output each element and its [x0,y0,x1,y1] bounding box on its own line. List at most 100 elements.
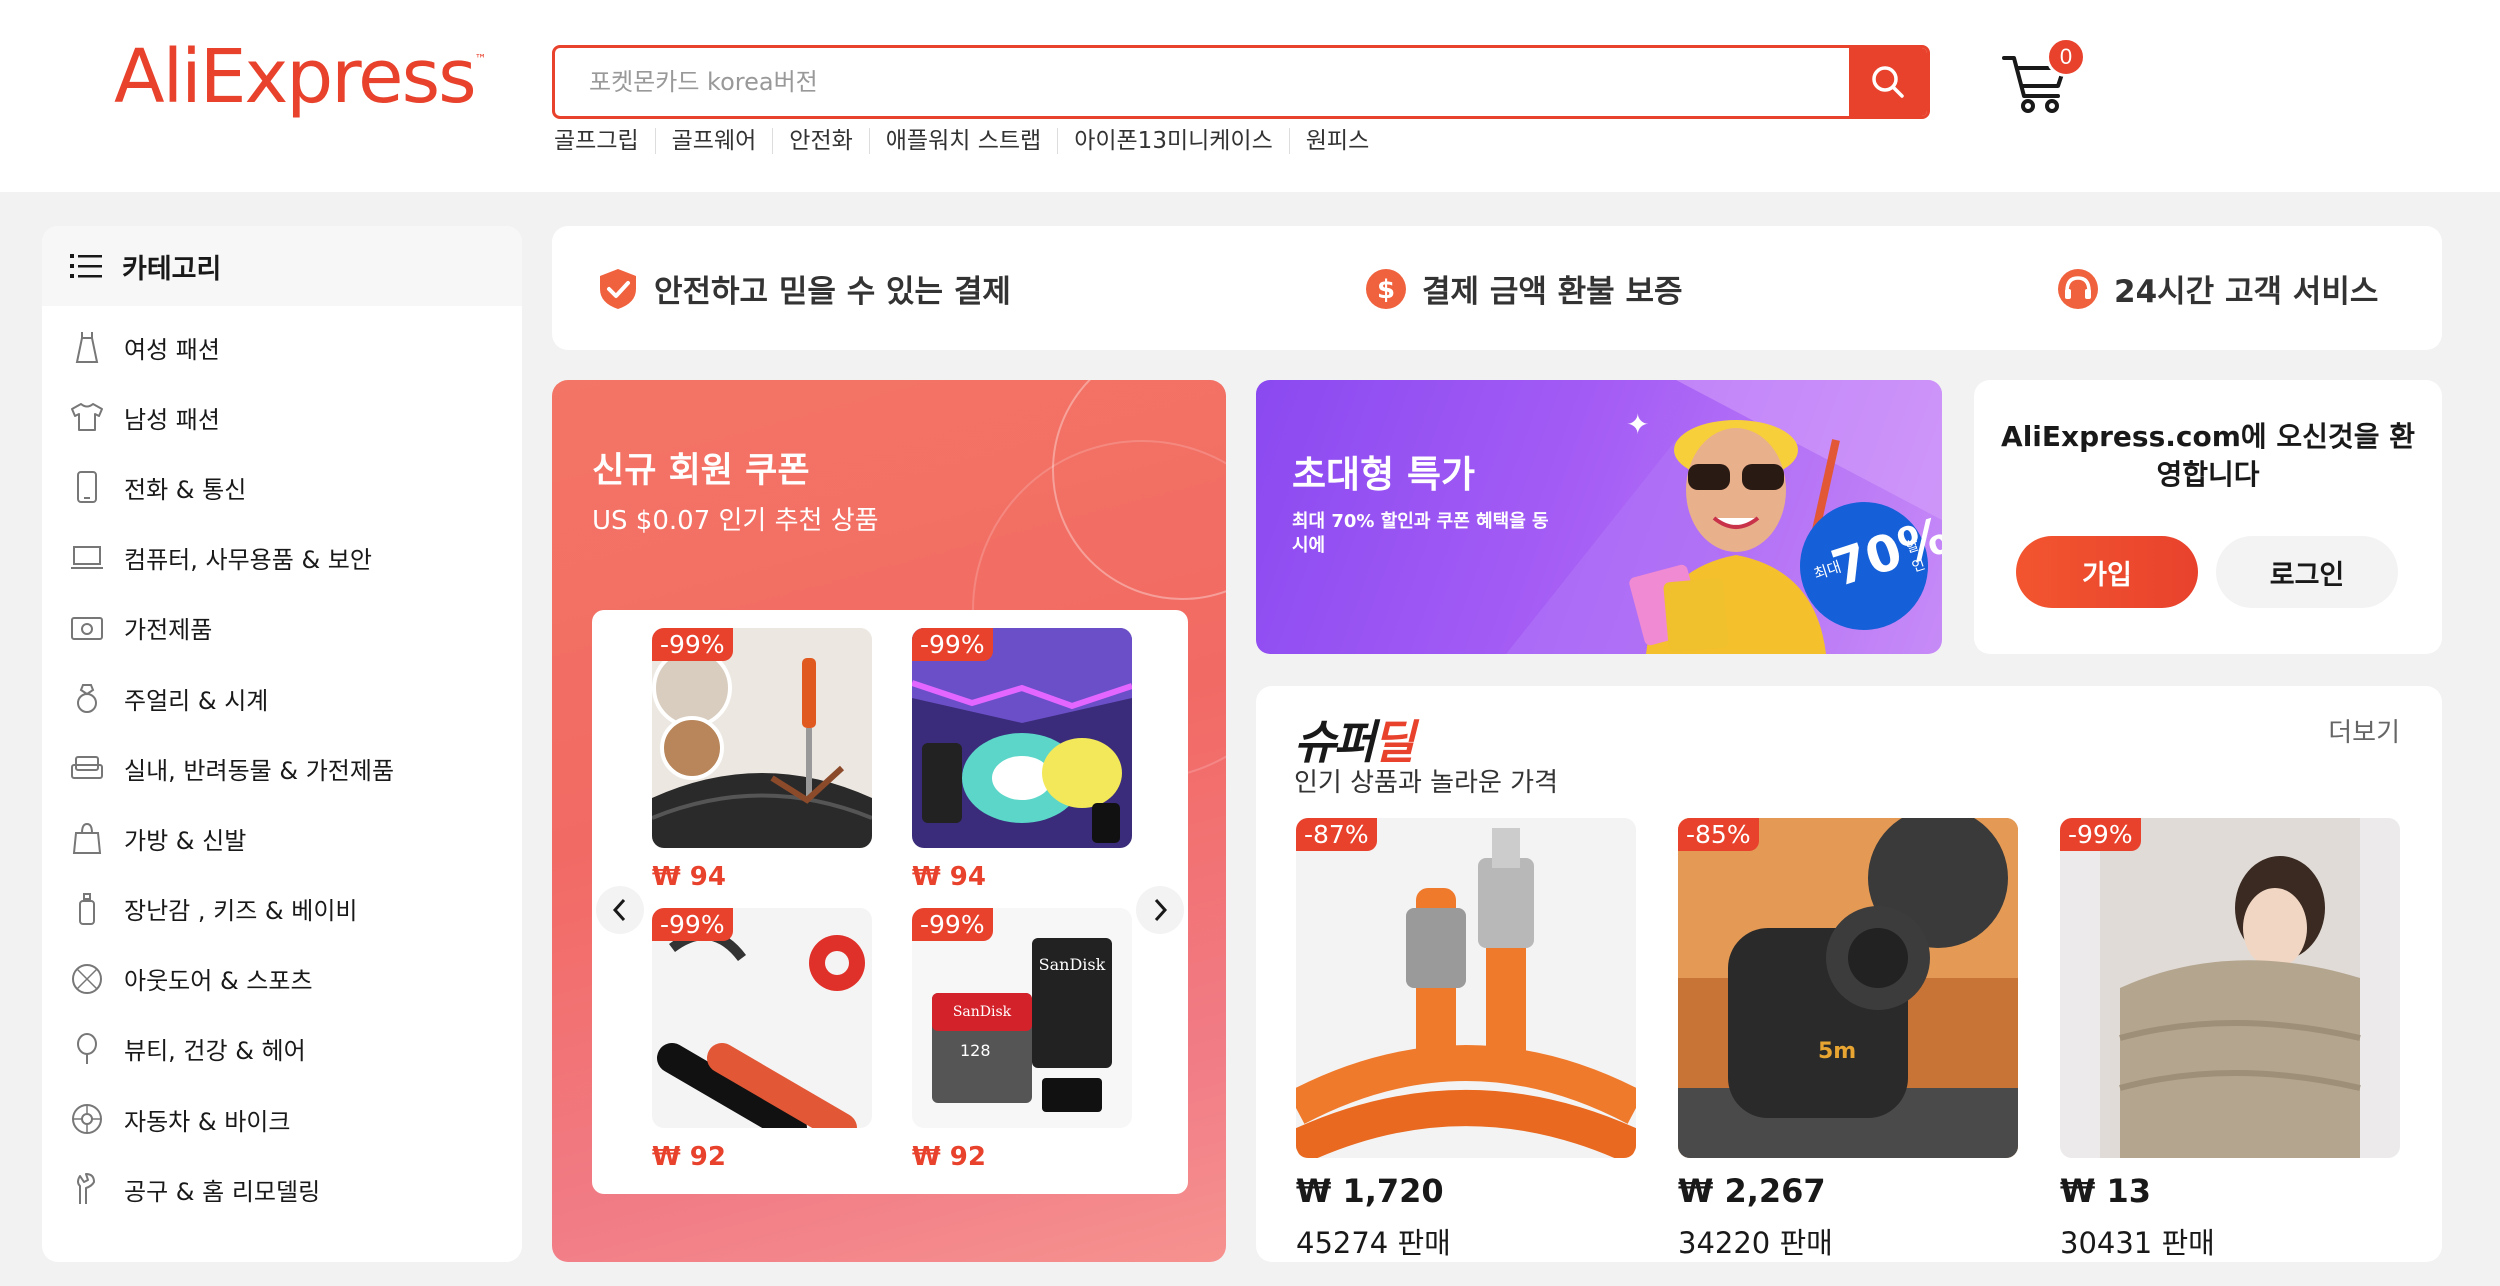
search-button[interactable] [1849,48,1927,116]
category-item[interactable]: 자동차 & 바이크 [42,1084,522,1154]
sold-count: 30431 판매 [2060,1226,2215,1260]
category-label: 남성 패션 [124,405,220,434]
category-item[interactable]: 가방 & 신발 [42,803,522,873]
category-item[interactable]: 컴퓨터, 사무용품 & 보안 [42,523,522,593]
search-icon [1872,66,1904,98]
trust-bar: 안전하고 믿을 수 있는 결제 $ 결제 금액 환불 보증 24시간 고객 서비… [552,226,2442,350]
coupon-products-panel: -99% ₩ 94 -99% ₩ 94 -99% ₩ 92 SanDisk Sa… [592,610,1188,1194]
aliexpress-logo[interactable]: AliExpress™ [114,34,487,120]
category-item[interactable]: 전화 & 통신 [42,452,522,522]
category-item[interactable]: 공구 & 홈 리모델링 [42,1154,522,1224]
tool-icon [77,1173,95,1205]
welcome-title: AliExpress.com에 오신것을 환영합니다 [2001,420,2415,491]
discount-badge: -85% [1678,818,1759,851]
super-deal-product[interactable]: -99% ₩ 13 30431 판매 [2060,818,2400,1262]
chevron-right-icon [1154,898,1168,922]
dollar-coin-icon: $ [1366,268,1406,309]
bag-icon [72,823,102,855]
category-label: 가방 & 신발 [124,826,247,855]
category-label: 아웃도어 & 스포츠 [124,967,313,996]
super-deal-section: 슈퍼딜 인기 상품과 놀라운 가격 더보기 -87% ₩ 1,720 45274… [1256,686,2442,1262]
trust-item-refund: $ 결제 금액 환불 보증 [1364,266,1683,311]
coupon-subtitle: US $0.07 인기 추천 상품 [592,506,879,536]
category-item[interactable]: 뷰티, 건강 & 헤어 [42,1014,522,1084]
category-item[interactable]: 주얼리 & 시계 [42,663,522,733]
trust-label: 결제 금액 환불 보증 [1422,274,1683,310]
discount-badge: -99% [652,908,733,941]
hot-keyword-link[interactable]: 골프그립 [552,128,655,154]
mega-deal-subtitle: 최대 70% 할인과 쿠폰 혜택을 동시에 [1292,511,1549,556]
sold-count: 34220 판매 [1678,1226,1833,1260]
login-button[interactable]: 로그인 [2216,536,2398,608]
discount-badge: -99% [912,908,993,941]
join-button[interactable]: 가입 [2016,536,2198,608]
product-image: 5m -85% [1678,818,2018,1158]
carousel-next-button[interactable] [1136,886,1184,934]
category-title: 카테고리 [122,253,222,285]
category-label: 가전제품 [124,616,213,645]
svg-text:$: $ [1377,275,1395,305]
laptop-icon [71,545,103,569]
chevron-left-icon [612,898,626,922]
hot-keyword-link[interactable]: 아이폰13미니케이스 [1057,128,1289,154]
ring-icon [77,684,97,714]
category-item[interactable]: 남성 패션 [42,382,522,452]
product-price: ₩ 2,267 [1678,1172,1826,1210]
list-icon [70,254,102,278]
carousel-prev-button[interactable] [596,886,644,934]
bottle-icon [79,892,95,925]
new-user-coupon-card[interactable]: 신규 회원 쿠폰 US $0.07 인기 추천 상품 -99% ₩ 94 -99… [552,380,1226,1262]
phone-icon [77,471,97,504]
category-label: 컴퓨터, 사무용품 & 보안 [124,546,372,575]
category-label: 주얼리 & 시계 [124,686,269,715]
svg-text:SanDisk: SanDisk [953,1004,1012,1020]
discount-badge: -87% [1296,818,1377,851]
trust-item-support: 24시간 고객 서비스 [2056,266,2378,311]
mirror-icon [77,1032,97,1064]
super-deal-subtitle: 인기 상품과 놀라운 가격 [1294,768,1558,798]
category-item[interactable]: 실내, 반려동물 & 가전제품 [42,733,522,803]
hot-keyword-link[interactable]: 애플워치 스트랩 [868,128,1057,154]
trust-label: 24시간 고객 서비스 [2114,274,2379,310]
view-more-link[interactable]: 더보기 [2328,712,2400,749]
coupon-product[interactable]: SanDisk SanDisk 128 -99% ₩ 92 [912,908,1132,1172]
hot-keyword-link[interactable]: 원피스 [1288,128,1385,154]
discount-badge: -99% [2060,818,2141,851]
svg-text:128: 128 [960,1041,991,1060]
shirt-icon [71,403,103,432]
mega-deal-banner[interactable]: ✦ 초대형 특가 최대 70% 할인과 쿠폰 혜택을 동시에 최대 70% 할인 [1256,380,1942,654]
mega-deal-title: 초대형 특가 [1292,453,1476,496]
super-deal-product[interactable]: -87% ₩ 1,720 45274 판매 [1296,818,1636,1262]
wheel-icon [72,1104,102,1135]
product-price: ₩ 94 [912,862,986,892]
product-image: -99% [652,908,872,1128]
product-price: ₩ 92 [652,1142,726,1172]
super-deal-product[interactable]: 5m -85% ₩ 2,267 34220 판매 [1678,818,2018,1262]
coupon-product[interactable]: -99% ₩ 92 [652,908,872,1172]
product-price: ₩ 92 [912,1142,986,1172]
category-item[interactable]: 여성 패션 [42,312,522,382]
coupon-product[interactable]: -99% ₩ 94 [652,628,872,892]
hot-keyword-link[interactable]: 안전화 [772,128,868,154]
product-image: -99% [652,628,872,848]
hot-keyword-link[interactable]: 골프웨어 [654,128,773,154]
category-item[interactable]: 가전제품 [42,593,522,663]
category-label: 장난감 , 키즈 & 베이비 [124,897,358,926]
category-list: 여성 패션 남성 패션 전화 & 통신 컴퓨터, 사무용품 & 보안 가전제품 … [42,306,522,1224]
product-price: ₩ 1,720 [1296,1172,1444,1210]
search-bar [552,45,1930,119]
category-sidebar: 카테고리 여성 패션 남성 패션 전화 & 통신 컴퓨터, 사무용품 & 보안 … [42,226,522,1262]
coupon-product[interactable]: -99% ₩ 94 [912,628,1132,892]
discount-badge: -99% [912,628,993,661]
product-price: ₩ 94 [652,862,726,892]
product-image: SanDisk SanDisk 128 -99% [912,908,1132,1128]
trust-item-secure-payment: 안전하고 믿을 수 있는 결제 [596,266,1011,311]
category-item[interactable]: 장난감 , 키즈 & 베이비 [42,874,522,944]
sold-count: 45274 판매 [1296,1226,1451,1260]
svg-text:5m: 5m [1818,1039,1856,1064]
search-input[interactable] [555,48,1847,116]
category-item[interactable]: 아웃도어 & 스포츠 [42,944,522,1014]
dress-icon [75,332,99,364]
welcome-card: AliExpress.com에 오신것을 환영합니다 가입 로그인 [1974,380,2442,654]
ball-icon [72,963,102,994]
